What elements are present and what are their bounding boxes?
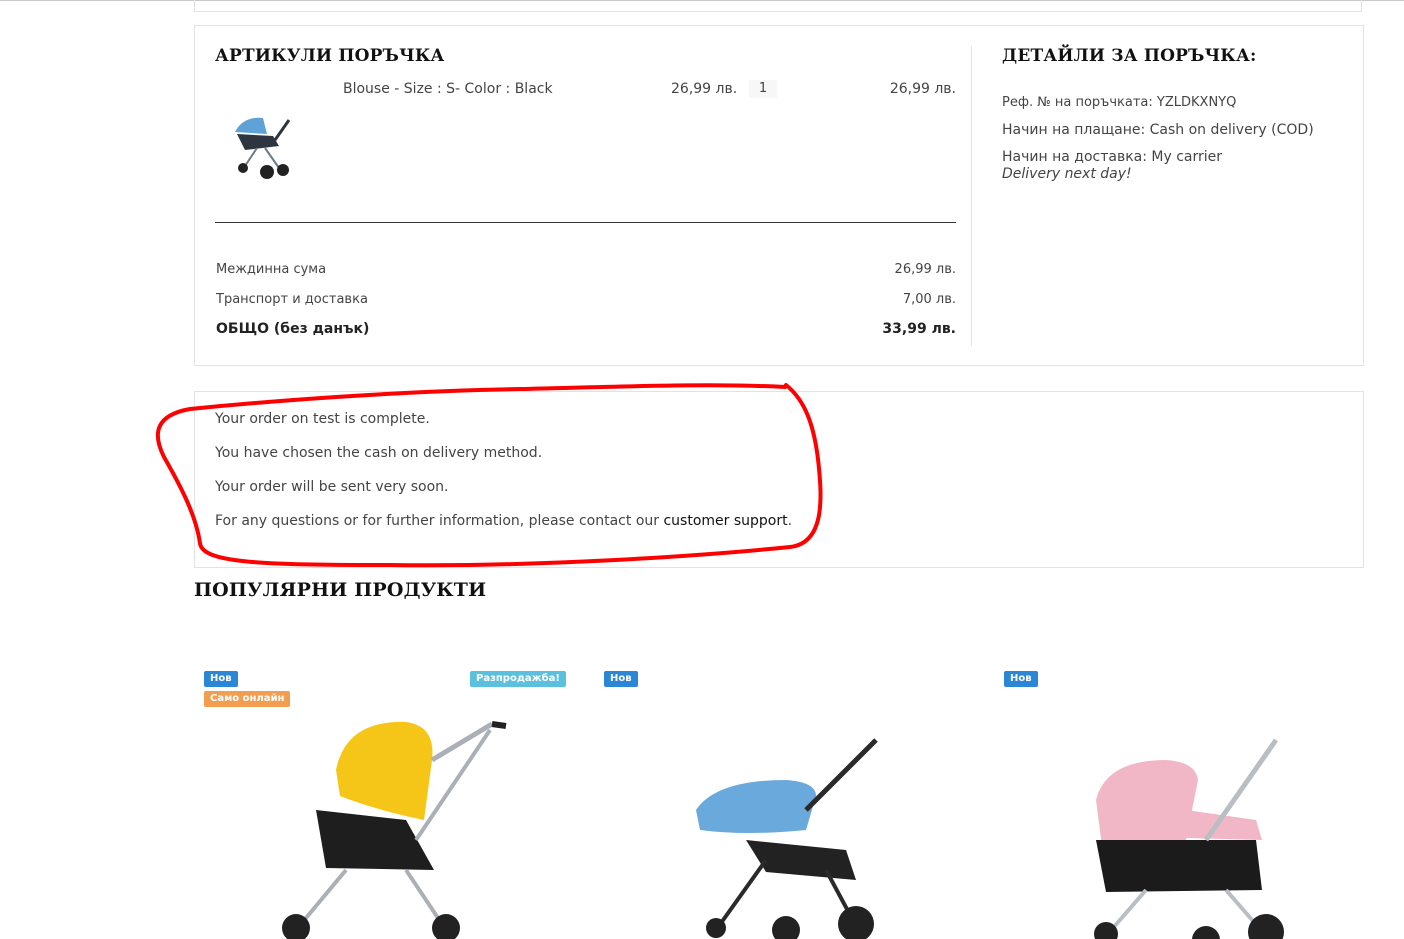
order-confirmation-box: Your order on test is complete. You have… [194, 391, 1364, 568]
total-label: ОБЩО (без данък) [216, 321, 370, 337]
total-value: 33,99 лв. [882, 321, 956, 337]
item-name[interactable]: Blouse - Size : S- Color : Black [343, 81, 553, 97]
product-card-1[interactable]: Нов Само онлайн Разпродажба! [196, 660, 576, 939]
shipping-value: 7,00 лв. [902, 292, 956, 307]
column-divider [971, 46, 972, 346]
stroller-image-pink[interactable] [1056, 700, 1336, 939]
item-total: 26,99 лв. [889, 81, 956, 97]
product-card-3[interactable]: Нов [996, 660, 1376, 939]
items-divider [215, 222, 956, 223]
subtotal-label: Междинна сума [216, 262, 327, 277]
subtotal-value: 26,99 лв. [894, 262, 956, 277]
confirmation-line-2: You have chosen the cash on delivery met… [215, 445, 543, 461]
order-items-title: АРТИКУЛИ ПОРЪЧКА [215, 46, 445, 66]
shipping-method: Начин на доставка: My carrier [1002, 149, 1223, 165]
delivery-note: Delivery next day! [1002, 166, 1132, 182]
product-thumbnail[interactable] [215, 94, 307, 186]
badge-new: Нов [204, 671, 238, 687]
order-reference: Реф. № на поръчката: YZLDKXNYQ [1002, 95, 1237, 110]
confirmation-line-4: For any questions or for further informa… [215, 513, 792, 529]
support-suffix: . [787, 513, 793, 529]
product-card-2[interactable]: Нов [596, 660, 976, 939]
item-unit-price: 26,99 лв. [671, 81, 738, 97]
customer-support-link[interactable]: customer support [663, 513, 787, 529]
badge-new: Нов [1004, 671, 1038, 687]
badge-new: Нов [604, 671, 638, 687]
previous-section-box [194, 0, 1362, 12]
stroller-image-blue[interactable] [656, 700, 936, 939]
item-quantity: 1 [749, 80, 777, 98]
popular-products-title: ПОПУЛЯРНИ ПРОДУКТИ [194, 579, 487, 601]
payment-method: Начин на плащане: Cash on delivery (COD) [1002, 122, 1314, 138]
order-summary-card: АРТИКУЛИ ПОРЪЧКА Blouse - Size : S- Colo… [194, 25, 1364, 366]
badge-sale: Разпродажба! [470, 671, 566, 687]
stroller-image-yellow[interactable] [256, 700, 536, 939]
confirmation-line-1: Your order on test is complete. [215, 411, 430, 427]
support-prefix: For any questions or for further informa… [215, 513, 664, 529]
confirmation-line-3: Your order will be sent very soon. [215, 479, 449, 495]
order-details-title: ДЕТАЙЛИ ЗА ПОРЪЧКА: [1002, 46, 1257, 66]
shipping-label: Транспорт и доставка [216, 292, 368, 307]
